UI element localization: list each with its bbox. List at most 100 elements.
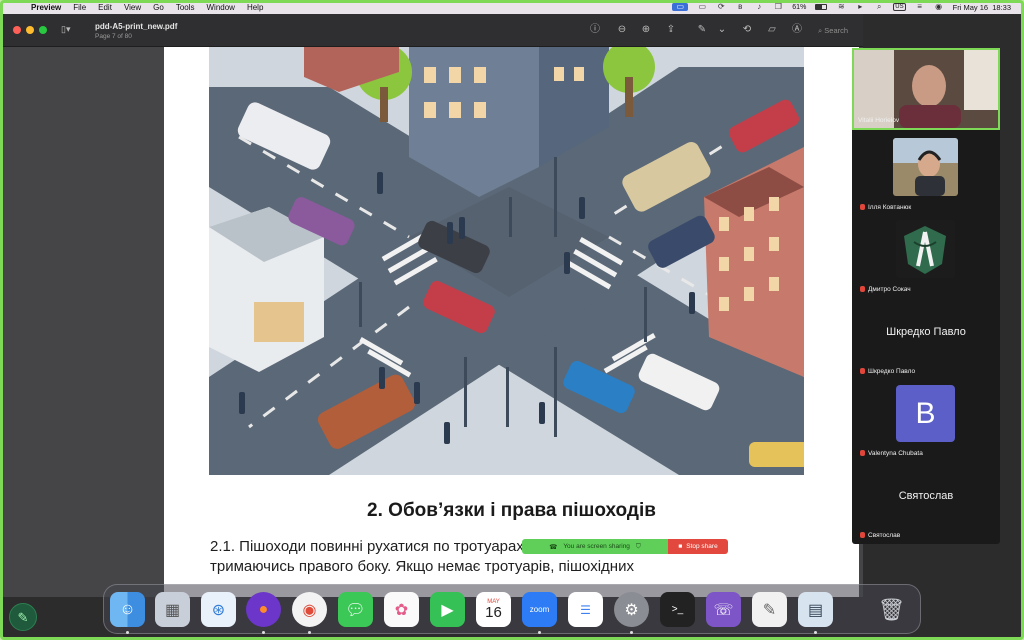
- battery-icon[interactable]: [815, 4, 828, 10]
- participant-tile[interactable]: Шкредко Павло Шкредко Павло: [852, 296, 1000, 378]
- mic-muted-icon: [860, 286, 865, 292]
- menu-file[interactable]: File: [73, 3, 86, 12]
- zoom-in-icon[interactable]: ⊕: [639, 24, 653, 36]
- copy-icon[interactable]: ❐: [773, 3, 783, 11]
- paragraph-line-2: тримаючись правого боку. Якщо немає трот…: [210, 558, 634, 575]
- document-area[interactable]: 2. Обов’язки і права пішоходів 2.1. Пішо…: [3, 47, 863, 597]
- participant-video: [893, 138, 958, 196]
- screen-sharing-banner: ☎ You are screen sharing ⛉ ■ Stop share: [522, 539, 728, 554]
- chevron-down-icon[interactable]: ⌄: [715, 24, 729, 36]
- launchpad-icon[interactable]: ▦: [155, 592, 190, 627]
- phone-icon: ☎: [549, 543, 558, 551]
- menu-window[interactable]: Window: [207, 3, 235, 12]
- share-icon[interactable]: ⇪: [664, 24, 678, 36]
- app-menu[interactable]: Preview: [31, 3, 61, 12]
- control-center-icon[interactable]: ≡: [915, 3, 925, 11]
- bluetooth-icon[interactable]: ʙ: [735, 3, 745, 11]
- chrome-icon[interactable]: ◉: [292, 592, 327, 627]
- preview-toolbar: ▯▾ pdd-A5-print_new.pdf Page 7 of 80 ⓘ ⊖…: [3, 14, 863, 47]
- stop-icon: ■: [678, 543, 683, 550]
- calendar-day: 16: [485, 604, 502, 621]
- participant-name: Ілля Ковтанюк: [860, 204, 911, 211]
- screen-icon[interactable]: ▭: [697, 3, 707, 11]
- menu-tools[interactable]: Tools: [176, 3, 195, 12]
- rotate-icon[interactable]: ⟲: [740, 24, 754, 36]
- avatar: B: [896, 385, 955, 442]
- section-heading: 2. Обов’язки і права пішоходів: [367, 500, 656, 521]
- calendar-icon[interactable]: MAY 16: [476, 592, 511, 627]
- mic-muted-icon: [860, 532, 865, 538]
- participant-display-name: Шкредко Павло: [886, 326, 966, 338]
- participant-name: Шкредко Павло: [860, 368, 915, 375]
- markup-pen-icon[interactable]: ✎: [695, 24, 709, 36]
- input-source[interactable]: US: [893, 3, 906, 11]
- participant-name: Дмитро Сокач: [860, 286, 911, 293]
- zoom-share-status-icon[interactable]: ▭: [672, 3, 689, 11]
- sharing-status-bar[interactable]: ☎ You are screen sharing ⛉: [522, 539, 668, 554]
- system-settings-icon[interactable]: ⚙: [614, 592, 649, 627]
- street-intersection-illustration: [209, 47, 804, 475]
- siri-icon[interactable]: ◉: [934, 3, 944, 11]
- search-placeholder: Search: [824, 26, 849, 35]
- menu-edit[interactable]: Edit: [98, 3, 112, 12]
- textedit-icon[interactable]: ✎: [752, 592, 787, 627]
- wifi-icon[interactable]: ≋: [836, 3, 846, 11]
- menu-view[interactable]: View: [124, 3, 141, 12]
- participant-tile[interactable]: Святослав Святослав: [852, 460, 1000, 542]
- participant-tile[interactable]: B Valentyna Chubata: [852, 378, 1000, 460]
- participant-tile-active-speaker[interactable]: Vitalii Horielov: [852, 48, 1000, 130]
- trash-icon[interactable]: 🗑︎: [874, 592, 909, 627]
- minimize-window-button[interactable]: [26, 26, 34, 34]
- preview-window: ▯▾ pdd-A5-print_new.pdf Page 7 of 80 ⓘ ⊖…: [3, 14, 863, 597]
- sidebar-toggle-icon[interactable]: ▯▾: [61, 24, 83, 36]
- participants-gallery[interactable]: Vitalii Horielov Ілля Ковтанюк Дмитро Со…: [852, 48, 1000, 544]
- terminal-icon[interactable]: >_: [660, 592, 695, 627]
- search-icon: ⌕: [818, 26, 823, 35]
- music-icon[interactable]: ♪: [754, 3, 764, 11]
- participant-name: Святослав: [860, 532, 900, 539]
- fullscreen-window-button[interactable]: [39, 26, 47, 34]
- reminders-icon[interactable]: ☰: [568, 592, 603, 627]
- annotate-icon[interactable]: Ⓐ: [790, 24, 804, 36]
- play-icon[interactable]: ▸: [855, 3, 865, 11]
- stop-share-button[interactable]: ■ Stop share: [668, 539, 728, 554]
- page-indicator: Page 7 of 80: [95, 33, 132, 40]
- menu-go[interactable]: Go: [153, 3, 164, 12]
- menu-help[interactable]: Help: [247, 3, 263, 12]
- search-field[interactable]: ⌕ Search: [818, 24, 858, 37]
- document-title: pdd-A5-print_new.pdf: [95, 22, 178, 31]
- sync-icon[interactable]: ⟳: [716, 3, 726, 11]
- zoom-out-icon[interactable]: ⊖: [615, 24, 629, 36]
- highlight-icon[interactable]: ▱: [765, 24, 779, 36]
- firefox-icon[interactable]: ●: [246, 592, 281, 627]
- pdf-page: 2. Обов’язки і права пішоходів 2.1. Пішо…: [164, 47, 859, 597]
- search-icon[interactable]: ⌕: [874, 3, 884, 11]
- preview-app-icon[interactable]: ▤: [798, 592, 833, 627]
- close-window-button[interactable]: [13, 26, 21, 34]
- participant-name: Vitalii Horielov: [858, 117, 900, 124]
- mic-muted-icon: [860, 204, 865, 210]
- participant-tile[interactable]: Ілля Ковтанюк: [852, 132, 1000, 214]
- safari-icon[interactable]: ⊛: [201, 592, 236, 627]
- mic-muted-icon: [860, 368, 865, 374]
- status-menus: ▭ ▭ ⟳ ʙ ♪ ❐ 61% ≋ ▸ ⌕ US ≡ ◉ Fri May 16 …: [672, 3, 1011, 12]
- participant-display-name: Святослав: [898, 490, 954, 502]
- participant-name: Valentyna Chubata: [860, 450, 923, 457]
- battery-percent[interactable]: 61%: [792, 4, 806, 11]
- shield-icon: ⛉: [635, 542, 641, 550]
- facetime-icon[interactable]: ▶: [430, 592, 465, 627]
- participant-tile[interactable]: Дмитро Сокач: [852, 214, 1000, 296]
- annotate-pen-button[interactable]: ✎: [9, 603, 37, 631]
- participant-video: [896, 220, 955, 278]
- viber-icon[interactable]: ☏: [706, 592, 741, 627]
- photos-icon[interactable]: ✿: [384, 592, 419, 627]
- menu-clock[interactable]: Fri May 16 18:33: [953, 3, 1011, 12]
- dock: ☺ ▦ ⊛ ● ◉ 💬︎ ✿ ▶ MAY 16 zoom ☰ ⚙ >_ ☏ ✎ …: [103, 584, 921, 634]
- stop-share-label: Stop share: [686, 543, 718, 550]
- info-icon[interactable]: ⓘ: [588, 24, 602, 36]
- messages-icon[interactable]: 💬︎: [338, 592, 373, 627]
- mic-muted-icon: [860, 450, 865, 456]
- finder-icon[interactable]: ☺: [110, 592, 145, 627]
- menu-bar: Preview File Edit View Go Tools Window H…: [3, 0, 1021, 14]
- zoom-icon[interactable]: zoom: [522, 592, 557, 627]
